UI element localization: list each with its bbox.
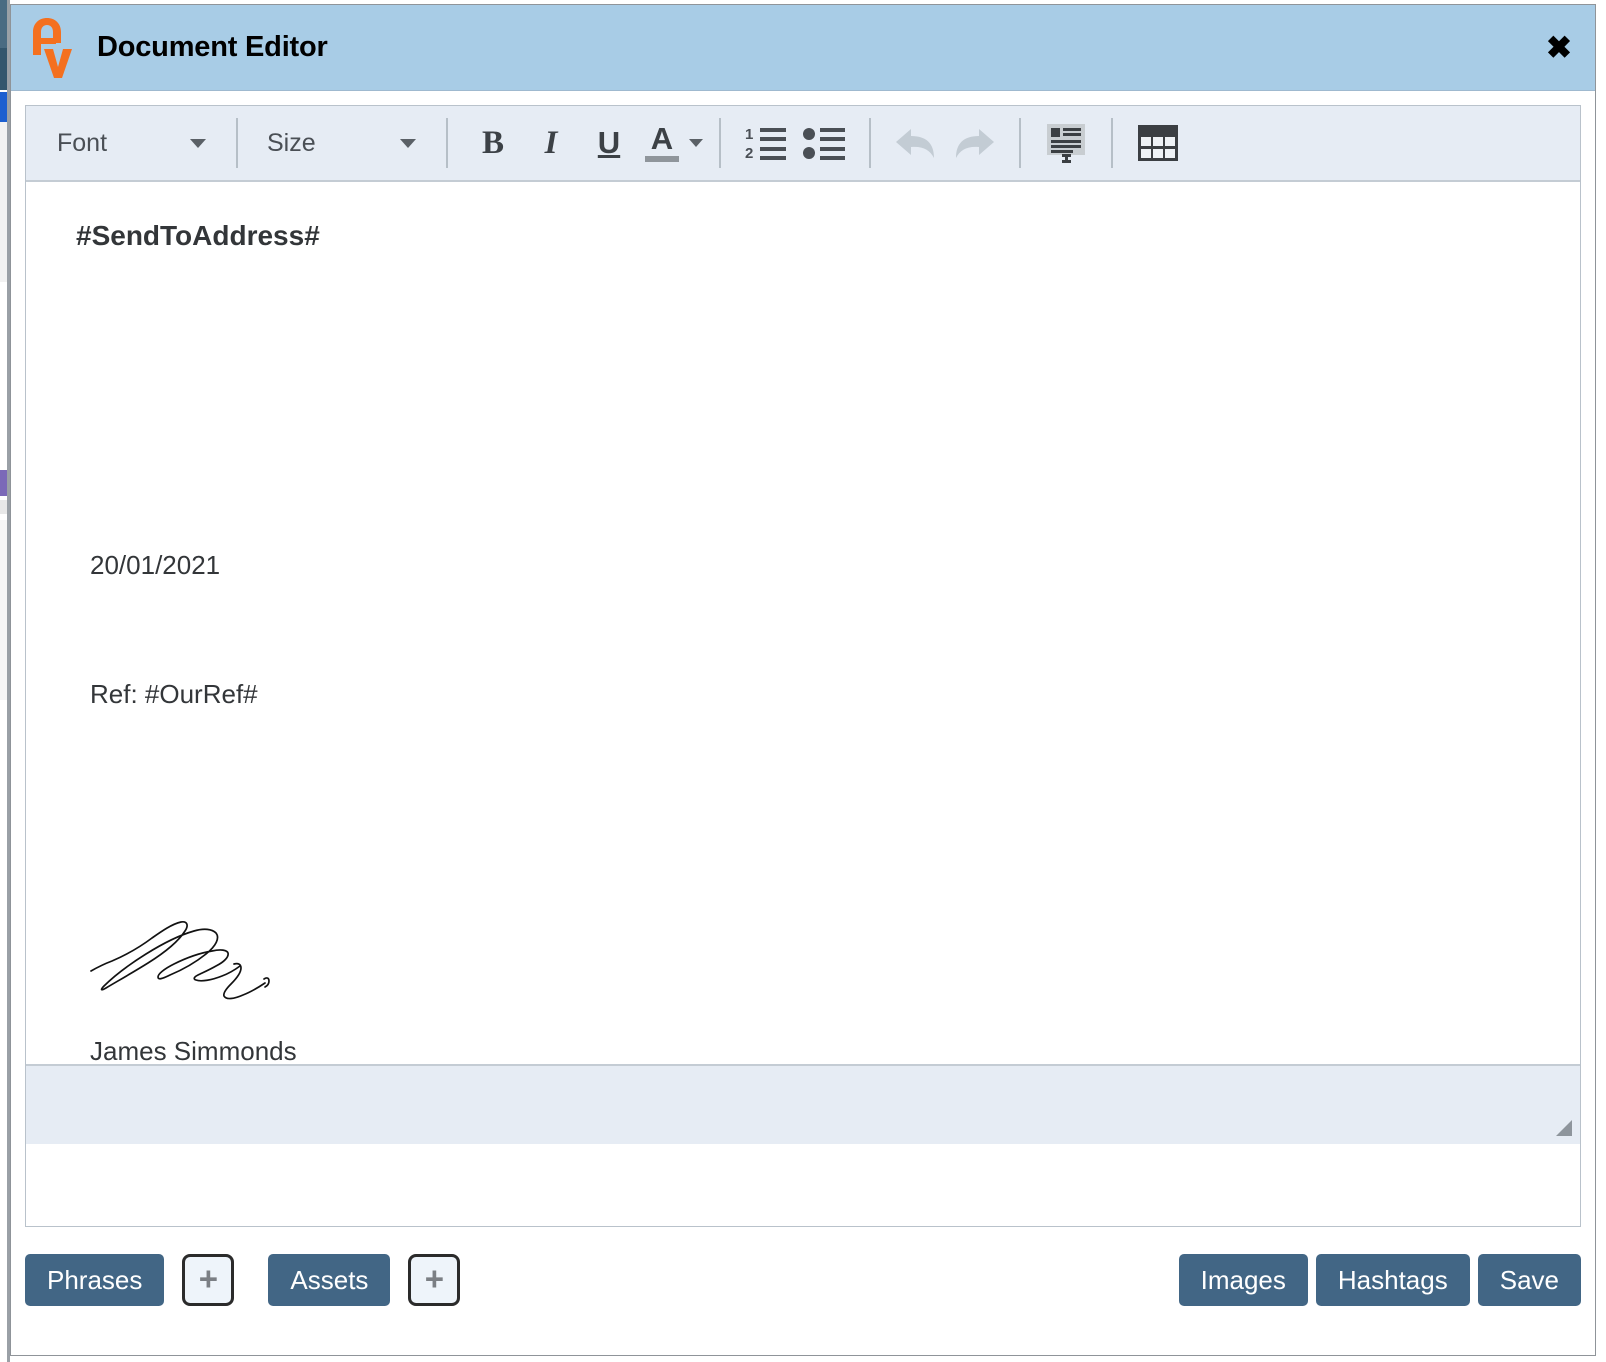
- assets-button[interactable]: Assets: [268, 1254, 391, 1306]
- toolbar-divider: [869, 118, 871, 168]
- screen-root: Document Editor ✖ Font Size B I U A 1 2 …: [0, 0, 1606, 1362]
- editor-statusbar: [26, 1064, 1580, 1144]
- numbered-list-button[interactable]: 1 2: [740, 117, 792, 169]
- hashtags-button[interactable]: Hashtags: [1315, 1254, 1470, 1306]
- svg-text:2: 2: [745, 145, 753, 162]
- editor-toolbar: Font Size B I U A 1 2: [26, 106, 1580, 182]
- document-canvas[interactable]: #SendToAddress# 20/01/2021 Ref: #OurRef#…: [26, 182, 1580, 1144]
- numbered-list-icon: 1 2: [745, 126, 786, 162]
- text-color-glyph: A: [650, 120, 674, 156]
- underline-button[interactable]: U: [583, 117, 635, 169]
- undo-button[interactable]: [890, 117, 942, 169]
- close-icon[interactable]: ✖: [1539, 28, 1579, 68]
- svg-text:1: 1: [745, 126, 753, 143]
- undo-arrow-icon: [896, 129, 934, 158]
- add-phrase-button[interactable]: +: [182, 1254, 235, 1306]
- document-date: 20/01/2021: [90, 550, 221, 580]
- font-family-dropdown[interactable]: Font: [44, 121, 220, 165]
- bullet-list-button[interactable]: [798, 117, 850, 169]
- redo-arrow-icon: [956, 129, 994, 158]
- insert-template-icon: [1047, 124, 1085, 163]
- chevron-down-icon: [190, 138, 206, 148]
- dialog-titlebar: Document Editor ✖: [11, 5, 1595, 91]
- toolbar-divider: [719, 118, 721, 168]
- font-size-label: Size: [267, 128, 316, 157]
- editor-frame: Font Size B I U A 1 2 #SendToAddress# 20…: [25, 105, 1581, 1227]
- insert-template-button[interactable]: [1040, 117, 1092, 169]
- bullet-list-icon: [803, 128, 845, 160]
- chevron-down-icon: [689, 139, 703, 147]
- dialog-action-bar: Phrases + Assets + Images Hashtags Save: [25, 1253, 1581, 1307]
- chevron-down-icon: [400, 138, 416, 148]
- italic-button[interactable]: I: [525, 117, 577, 169]
- document-editor-dialog: Document Editor ✖ Font Size B I U A 1 2 …: [10, 4, 1596, 1356]
- document-heading: #SendToAddress#: [76, 220, 320, 251]
- resize-grip-icon[interactable]: [1555, 1119, 1573, 1137]
- toolbar-divider: [236, 118, 238, 168]
- save-button[interactable]: Save: [1477, 1254, 1581, 1306]
- signature-name: James Simmonds: [90, 1036, 297, 1066]
- images-button[interactable]: Images: [1178, 1254, 1308, 1306]
- text-color-icon: A: [642, 120, 682, 163]
- redo-button[interactable]: [948, 117, 1000, 169]
- plus-icon: +: [424, 1259, 445, 1297]
- phrases-button[interactable]: Phrases: [25, 1254, 165, 1306]
- document-content: #SendToAddress#: [26, 182, 1580, 252]
- toolbar-divider: [446, 118, 448, 168]
- insert-table-icon: [1138, 125, 1178, 161]
- insert-table-button[interactable]: [1132, 117, 1184, 169]
- text-color-button[interactable]: A: [642, 120, 703, 163]
- add-asset-button[interactable]: +: [408, 1254, 461, 1306]
- bold-button[interactable]: B: [467, 117, 519, 169]
- page-title: Document Editor: [97, 31, 328, 63]
- text-color-swatch: [645, 156, 679, 163]
- document-reference: Ref: #OurRef#: [90, 679, 258, 709]
- handwritten-signature-image: [90, 921, 270, 1000]
- signature-block: James Simmonds: [88, 909, 318, 1067]
- toolbar-divider: [1111, 118, 1113, 168]
- font-size-dropdown[interactable]: Size: [254, 121, 430, 165]
- toolbar-divider: [1019, 118, 1021, 168]
- av-logo-icon: [27, 15, 75, 81]
- font-family-label: Font: [57, 128, 108, 157]
- plus-icon: +: [198, 1259, 219, 1297]
